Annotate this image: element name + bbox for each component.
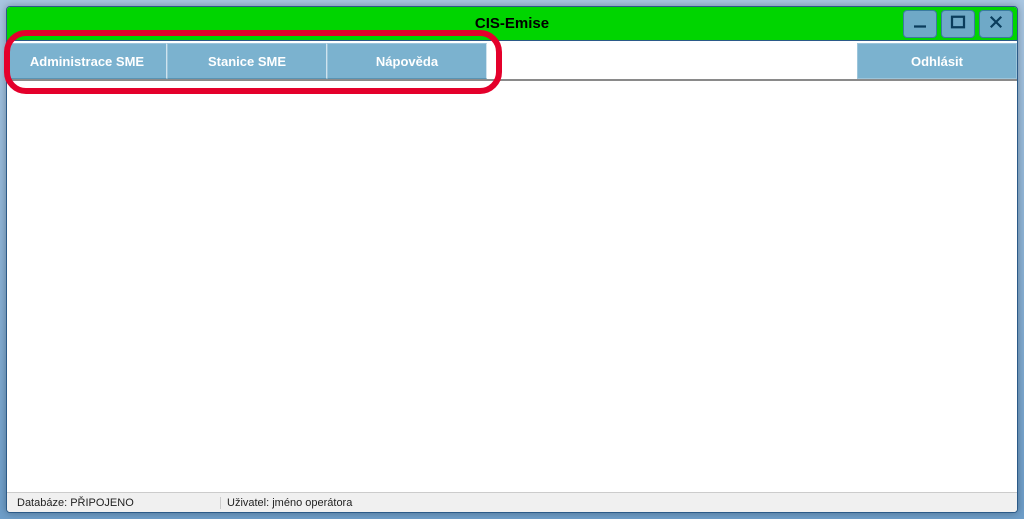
close-icon: [987, 13, 1005, 36]
menu-item-napoveda[interactable]: Nápověda: [327, 43, 487, 79]
maximize-button[interactable]: [941, 10, 975, 38]
application-window: CIS-Emise: [6, 6, 1018, 513]
status-database: Databáze: PŘIPOJENO: [11, 497, 221, 509]
menu-item-administrace[interactable]: Administrace SME: [7, 43, 167, 79]
minimize-icon: [911, 13, 929, 36]
statusbar: Databáze: PŘIPOJENO Uživatel: jméno oper…: [7, 492, 1017, 512]
menu-item-label: Stanice SME: [208, 54, 286, 69]
logout-button[interactable]: Odhlásit: [857, 43, 1017, 79]
status-user: Uživatel: jméno operátora: [221, 497, 1013, 509]
logout-label: Odhlásit: [911, 54, 963, 69]
menubar-spacer: [487, 41, 857, 79]
titlebar: CIS-Emise: [7, 7, 1017, 41]
menubar: Administrace SME Stanice SME Nápověda Od…: [7, 41, 1017, 81]
window-controls: [903, 10, 1013, 38]
menu-item-label: Nápověda: [376, 54, 438, 69]
close-button[interactable]: [979, 10, 1013, 38]
main-content-area: [7, 81, 1017, 492]
menu-item-label: Administrace SME: [30, 54, 144, 69]
window-title: CIS-Emise: [7, 15, 1017, 32]
minimize-button[interactable]: [903, 10, 937, 38]
menu-item-stanice[interactable]: Stanice SME: [167, 43, 327, 79]
maximize-icon: [949, 13, 967, 36]
